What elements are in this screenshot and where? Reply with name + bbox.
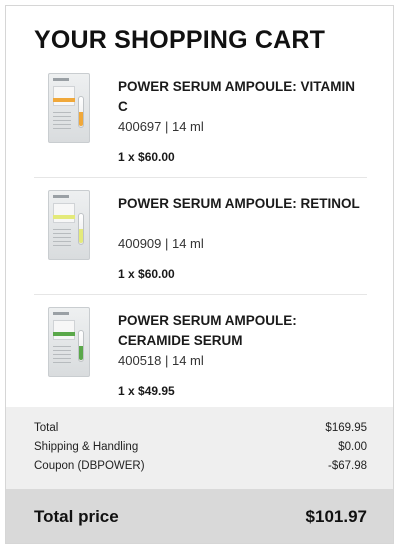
product-qty-price: 1 x $49.95 — [118, 384, 175, 398]
product-vial-fill — [79, 346, 83, 360]
total-price-label: Total price — [34, 507, 119, 526]
summary-row-shipping: Shipping & Handling $0.00 — [34, 441, 367, 457]
product-sku-size: 400518 | 14 ml — [118, 353, 204, 368]
product-vial-fill — [79, 229, 83, 243]
shopping-cart-panel: YOUR SHOPPING CART POWER SERUM AMPOULE: … — [5, 5, 394, 544]
product-image[interactable] — [48, 190, 90, 260]
summary-value: $169.95 — [325, 422, 367, 434]
product-sku-size: 400697 | 14 ml — [118, 119, 204, 134]
summary-row-subtotal: Total $169.95 — [34, 422, 367, 438]
product-accent-stripe — [53, 332, 75, 336]
product-name[interactable]: POWER SERUM AMPOULE: CERAMIDE SERUM — [118, 311, 368, 351]
total-price-bar: Total price $101.97 — [6, 489, 393, 543]
product-name[interactable]: POWER SERUM AMPOULE: VITAMIN C — [118, 77, 368, 117]
product-qty-price: 1 x $60.00 — [118, 150, 175, 164]
summary-row-coupon: Coupon (DBPOWER) -$67.98 — [34, 460, 367, 476]
summary-label: Total — [34, 422, 59, 434]
total-price-value: $101.97 — [305, 507, 367, 526]
product-vial-fill — [79, 112, 83, 126]
product-qty-price: 1 x $60.00 — [118, 267, 175, 281]
product-image[interactable] — [48, 73, 90, 143]
summary-label: Shipping & Handling — [34, 441, 139, 453]
summary-value: -$67.98 — [327, 460, 367, 472]
summary-label: Coupon (DBPOWER) — [34, 460, 145, 472]
product-image[interactable] — [48, 307, 90, 377]
product-accent-stripe — [53, 215, 75, 219]
cart-title: YOUR SHOPPING CART — [34, 26, 326, 54]
product-sku-size: 400909 | 14 ml — [118, 236, 204, 251]
order-summary: Total $169.95 Shipping & Handling $0.00 … — [6, 407, 393, 489]
summary-value: $0.00 — [338, 441, 367, 453]
cart-item: POWER SERUM AMPOULE: CERAMIDE SERUM 4005… — [6, 295, 393, 412]
cart-item: POWER SERUM AMPOULE: RETINOL 400909 | 14… — [6, 178, 393, 295]
product-name[interactable]: POWER SERUM AMPOULE: RETINOL — [118, 194, 368, 214]
cart-item: POWER SERUM AMPOULE: VITAMIN C 400697 | … — [6, 61, 393, 178]
product-accent-stripe — [53, 98, 75, 102]
